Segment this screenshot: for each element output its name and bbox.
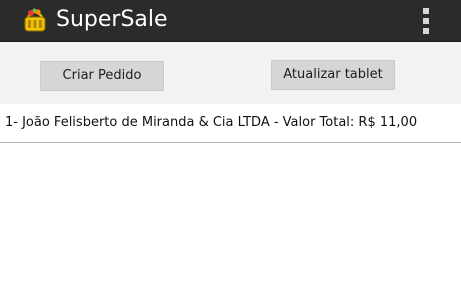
list-item[interactable]: 1- João Felisberto de Miranda & Cia LTDA… xyxy=(0,104,461,143)
overflow-menu-icon-dot xyxy=(423,18,429,24)
shopping-basket-icon xyxy=(24,8,46,32)
create-order-button[interactable]: Criar Pedido xyxy=(40,61,164,91)
update-tablet-button[interactable]: Atualizar tablet xyxy=(271,60,395,90)
overflow-menu-button[interactable] xyxy=(416,6,438,36)
order-item-text: 1- João Felisberto de Miranda & Cia LTDA… xyxy=(5,115,418,130)
overflow-menu-icon-dot xyxy=(423,28,429,34)
order-list: 1- João Felisberto de Miranda & Cia LTDA… xyxy=(0,104,461,300)
action-bar: SuperSale xyxy=(0,0,461,42)
overflow-menu-icon xyxy=(423,8,429,14)
app-title: SuperSale xyxy=(56,7,168,32)
